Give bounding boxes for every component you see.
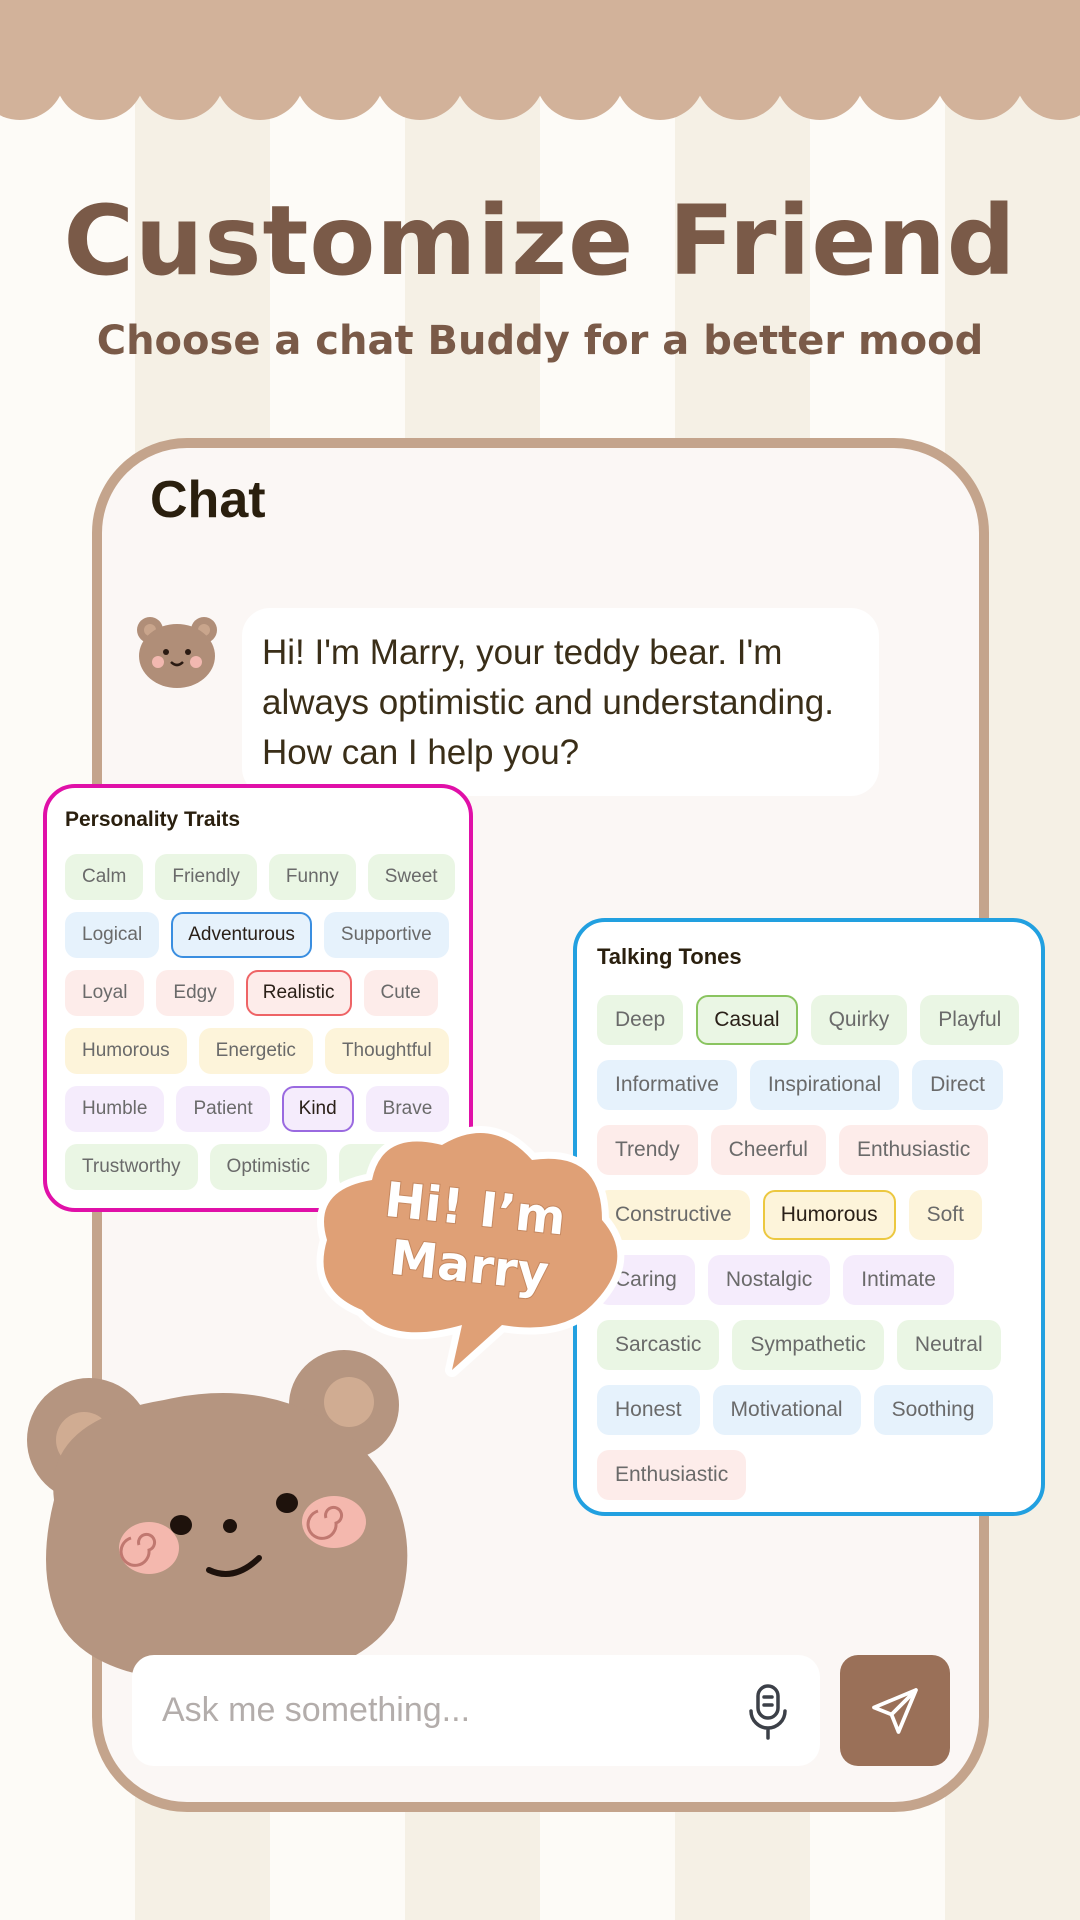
talking-tone-row: Caring Nostalgic Intimate (597, 1255, 1041, 1305)
talking-tone-chip[interactable]: Cheerful (710, 1125, 826, 1175)
talking-tone-chip[interactable]: Inspirational (749, 1060, 900, 1110)
talking-tone-row: Informative Inspirational Direct (597, 1060, 1041, 1110)
scallop (135, 30, 225, 120)
talking-tone-chip[interactable]: Honest (597, 1385, 700, 1435)
scallop (855, 30, 945, 120)
teddy-bear-avatar (137, 617, 217, 688)
talking-tone-chip[interactable]: Casual (696, 995, 798, 1045)
talking-tone-chip[interactable]: Intimate (843, 1255, 954, 1305)
personality-trait-chip[interactable]: Edgy (156, 970, 234, 1016)
talking-tone-row: Constructive Humorous Soft (597, 1190, 1041, 1240)
scallop (215, 30, 305, 120)
talking-tone-chip[interactable]: Motivational (712, 1385, 861, 1435)
personality-trait-chip[interactable]: Trustworthy (65, 1144, 198, 1190)
personality-trait-chip[interactable]: Optimistic (209, 1144, 327, 1190)
talking-tones-card: Talking Tones Deep Casual Quirky Playful Inf… (573, 918, 1045, 1516)
microphone-icon[interactable] (746, 1683, 790, 1741)
page-title: Customize Friend (63, 185, 1017, 297)
scallop (615, 30, 705, 120)
talking-tone-chip[interactable]: Neutral (896, 1320, 1001, 1370)
send-button[interactable] (840, 1655, 950, 1766)
talking-tone-row: Enthusiastic (597, 1450, 1041, 1500)
personality-trait-chip[interactable]: Funny (268, 854, 356, 900)
personality-trait-chip[interactable]: Realistic (245, 970, 352, 1016)
personality-trait-chip[interactable]: Humble (65, 1086, 165, 1132)
scallop (775, 30, 865, 120)
teddy-bear-illustration (27, 1350, 408, 1683)
personality-trait-chip[interactable]: Cute (363, 970, 438, 1016)
scallop (55, 30, 145, 120)
personality-trait-chip[interactable]: Loyal (65, 970, 145, 1016)
personality-trait-chip[interactable]: Calm (65, 854, 144, 900)
personality-trait-chip[interactable]: Sweet (367, 854, 455, 900)
scallop (295, 30, 385, 120)
talking-tone-chip[interactable]: Enthusiastic (597, 1450, 747, 1500)
personality-trait-row: Humorous Energetic Thoughtful (65, 1028, 469, 1074)
chat-title: Chat (150, 471, 266, 529)
personality-traits-title: Personality Traits (65, 808, 241, 831)
message-input[interactable]: Ask me something... (132, 1655, 820, 1766)
personality-trait-chip[interactable]: Logical (65, 912, 160, 958)
personality-trait-chip[interactable]: Supportive (323, 912, 449, 958)
talking-tone-row: Deep Casual Quirky Playful (597, 995, 1041, 1045)
talking-tone-chip[interactable]: Informative (597, 1060, 737, 1110)
scallop (935, 30, 1025, 120)
personality-trait-row: Calm Friendly Funny Sweet (65, 854, 469, 900)
talking-tone-chip[interactable]: Quirky (810, 995, 908, 1045)
talking-tone-chip[interactable]: Playful (920, 995, 1020, 1045)
personality-trait-row: Loyal Edgy Realistic Cute (65, 970, 469, 1016)
talking-tone-chip[interactable]: Deep (597, 995, 684, 1045)
talking-tone-chip[interactable]: Sympathetic (732, 1320, 884, 1370)
talking-tone-chip[interactable]: Direct (912, 1060, 1003, 1110)
talking-tone-chip[interactable]: Soft (908, 1190, 982, 1240)
talking-tones-title: Talking Tones (597, 944, 742, 969)
personality-trait-chip[interactable]: Patient (176, 1086, 270, 1132)
scallop (375, 30, 465, 120)
talking-tone-chip[interactable]: Soothing (873, 1385, 993, 1435)
scallop (695, 30, 785, 120)
personality-trait-row: Logical Adventurous Supportive (65, 912, 469, 958)
scallop (535, 30, 625, 120)
scalloped-header-decoration (0, 0, 1080, 120)
send-icon (872, 1687, 918, 1734)
bot-message: Hi! I'm Marry, your teddy bear. I'm alwa… (242, 608, 879, 796)
message-input-placeholder: Ask me something... (162, 1691, 471, 1729)
personality-trait-chip[interactable]: Energetic (198, 1028, 313, 1074)
talking-tone-row: Trendy Cheerful Enthusiastic (597, 1125, 1041, 1175)
talking-tone-chip[interactable]: Enthusiastic (838, 1125, 989, 1175)
personality-trait-chip[interactable]: Humorous (65, 1028, 187, 1074)
talking-tone-row: Sarcastic Sympathetic Neutral (597, 1320, 1041, 1370)
talking-tone-chip[interactable]: Humorous (762, 1190, 896, 1240)
page-subtitle: Choose a chat Buddy for a better mood (96, 318, 984, 364)
talking-tone-chip[interactable]: Nostalgic (707, 1255, 831, 1305)
scallop (455, 30, 545, 120)
talking-tone-row: Honest Motivational Soothing (597, 1385, 1041, 1435)
personality-trait-chip[interactable]: Thoughtful (324, 1028, 449, 1074)
personality-trait-chip[interactable]: Adventurous (171, 912, 312, 958)
personality-trait-chip[interactable]: Friendly (155, 854, 257, 900)
